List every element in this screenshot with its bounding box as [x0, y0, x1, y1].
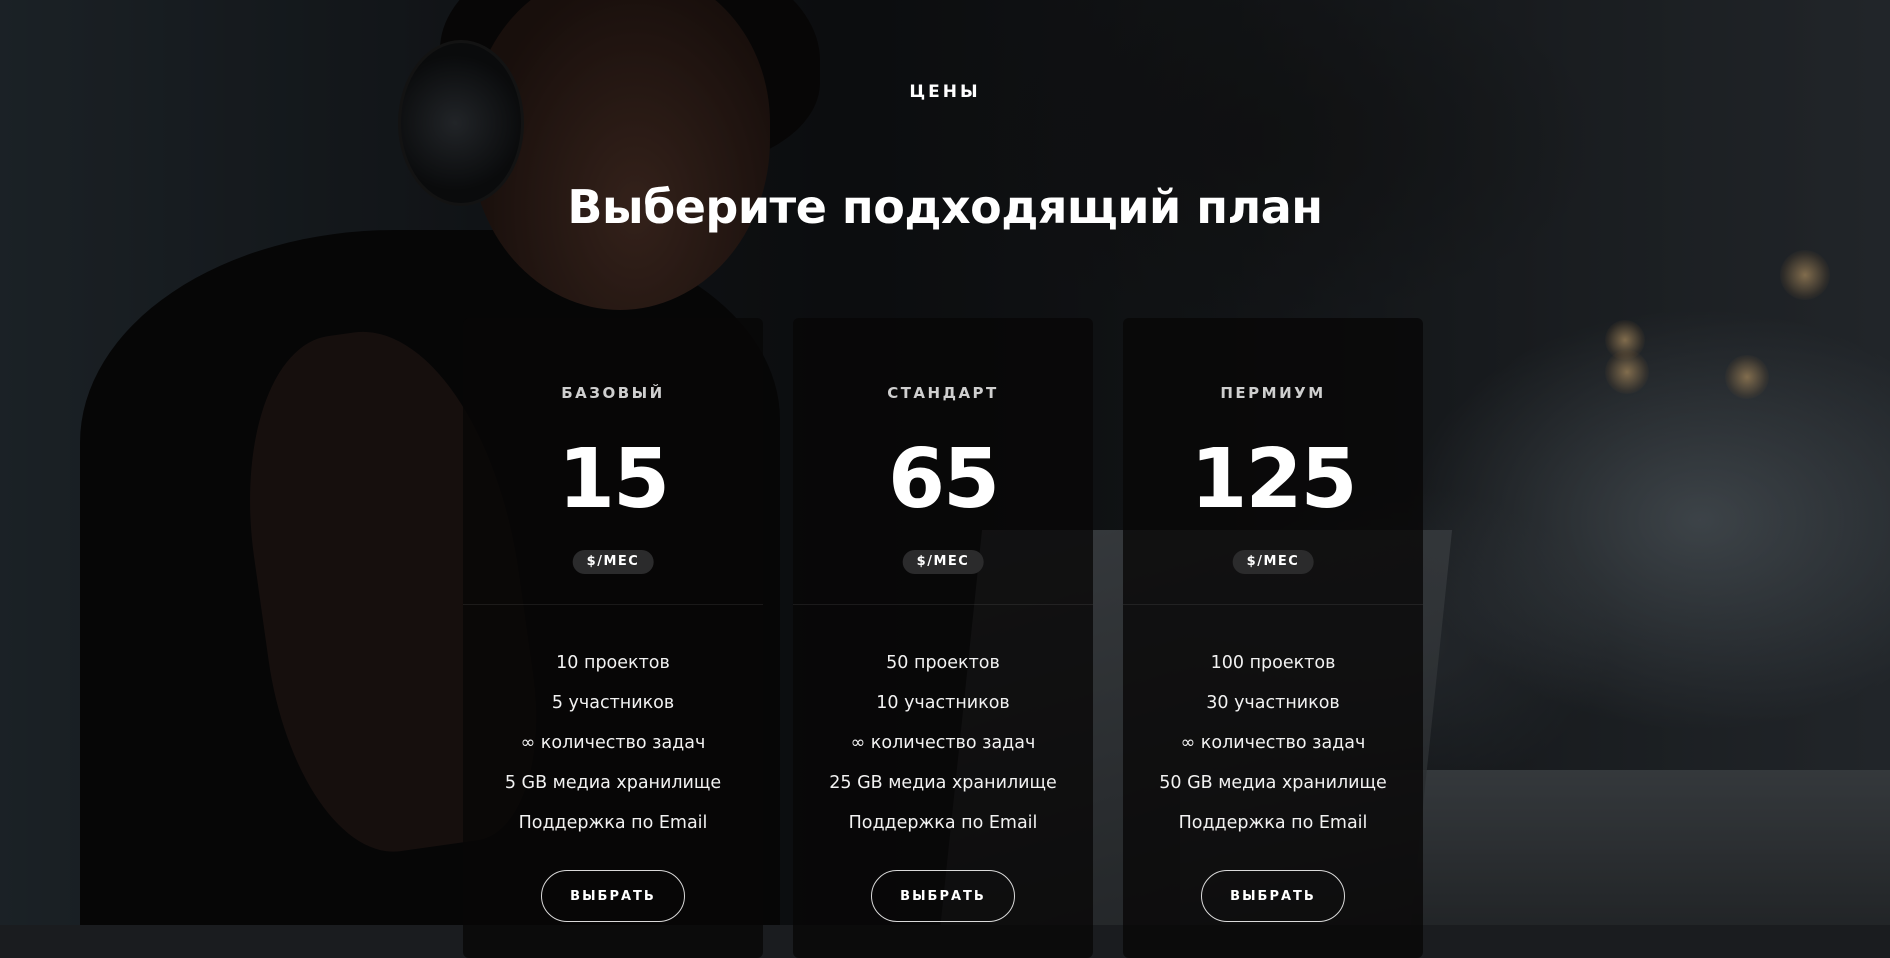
- feature-item: Поддержка по Email: [1178, 813, 1368, 833]
- pricing-card-standard: СТАНДАРТ 65 $/МЕС 50 проектов 10 участни…: [793, 318, 1093, 958]
- feature-list: 100 проектов 30 участников ∞ количество …: [1123, 643, 1423, 843]
- choose-plan-button[interactable]: ВЫБРАТЬ: [541, 870, 685, 922]
- feature-item: 50 проектов: [886, 653, 1000, 673]
- card-divider: [1123, 604, 1423, 605]
- feature-item: 5 участников: [551, 693, 675, 713]
- pricing-section: ЦЕНЫ Выберите подходящий план БАЗОВЫЙ 15…: [0, 0, 1890, 958]
- feature-item: Поддержка по Email: [518, 813, 708, 833]
- feature-item: 30 участников: [1206, 693, 1340, 713]
- plan-price: 65: [887, 432, 1000, 527]
- plan-name: СТАНДАРТ: [887, 384, 999, 402]
- feature-item: 50 GB медиа хранилище: [1159, 773, 1387, 793]
- feature-item: 10 проектов: [556, 653, 670, 673]
- choose-plan-button[interactable]: ВЫБРАТЬ: [871, 870, 1015, 922]
- feature-item: 25 GB медиа хранилище: [829, 773, 1057, 793]
- card-divider: [463, 604, 763, 605]
- feature-list: 10 проектов 5 участников ∞ количество за…: [463, 643, 763, 843]
- price-unit-badge: $/МЕС: [902, 550, 984, 574]
- plan-price: 125: [1190, 432, 1357, 527]
- choose-plan-button[interactable]: ВЫБРАТЬ: [1201, 870, 1345, 922]
- feature-item: Поддержка по Email: [848, 813, 1038, 833]
- feature-list: 50 проектов 10 участников ∞ количество з…: [793, 643, 1093, 843]
- feature-item: 10 участников: [876, 693, 1010, 713]
- price-unit-badge: $/МЕС: [1232, 550, 1314, 574]
- feature-item: 5 GB медиа хранилище: [504, 773, 722, 793]
- feature-item: ∞ количество задач: [850, 733, 1036, 753]
- feature-item: ∞ количество задач: [520, 733, 706, 753]
- feature-item: ∞ количество задач: [1180, 733, 1366, 753]
- pricing-card-basic: БАЗОВЫЙ 15 $/МЕС 10 проектов 5 участнико…: [463, 318, 763, 958]
- plan-price: 15: [557, 432, 670, 527]
- pricing-card-premium: ПЕРМИУМ 125 $/МЕС 100 проектов 30 участн…: [1123, 318, 1423, 958]
- price-unit-badge: $/МЕС: [572, 550, 654, 574]
- feature-item: 100 проектов: [1210, 653, 1336, 673]
- card-divider: [793, 604, 1093, 605]
- plan-name: БАЗОВЫЙ: [561, 384, 665, 402]
- section-title: Выберите подходящий план: [567, 180, 1323, 234]
- section-eyebrow: ЦЕНЫ: [909, 82, 981, 102]
- plan-name: ПЕРМИУМ: [1220, 384, 1326, 402]
